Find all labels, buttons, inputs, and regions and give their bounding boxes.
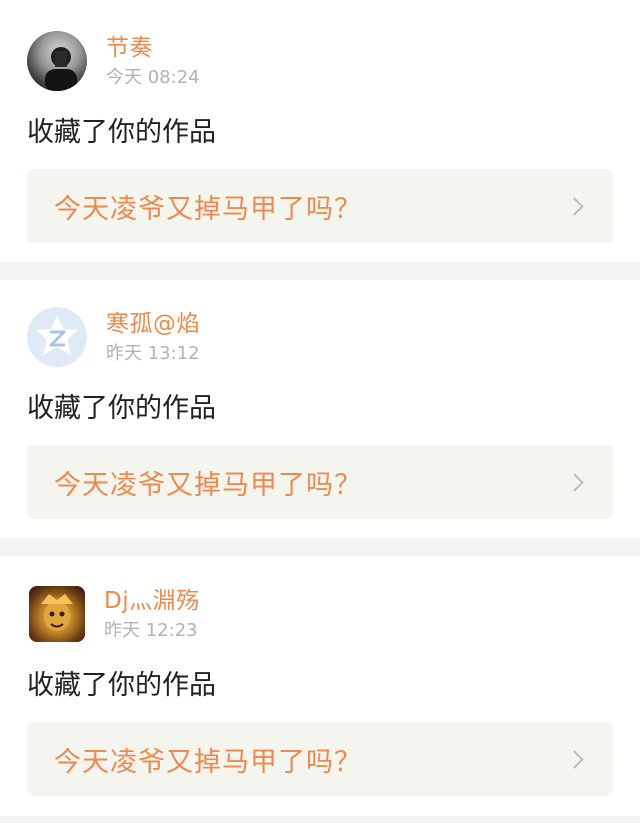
username-link[interactable]: 寒孤@焰 <box>106 309 200 339</box>
notification-header: 节奏 今天 08:24 <box>27 31 613 93</box>
notification-card: 寒孤@焰 昨天 13:12 收藏了你的作品 今天凌爷又掉马甲了吗？ <box>0 280 640 538</box>
notification-card: 节奏 今天 08:24 收藏了你的作品 今天凌爷又掉马甲了吗？ <box>0 0 640 262</box>
notification-header: Dj灬淵殇 昨天 12:23 <box>27 584 613 646</box>
notification-meta: Dj灬淵殇 昨天 12:23 <box>104 586 200 643</box>
work-title: 今天凌爷又掉马甲了吗？ <box>54 469 362 501</box>
notification-action-text: 收藏了你的作品 <box>27 117 216 148</box>
work-link[interactable]: 今天凌爷又掉马甲了吗？ <box>27 445 613 519</box>
notification-action-text: 收藏了你的作品 <box>27 393 216 424</box>
timestamp: 今天 08:24 <box>106 67 200 88</box>
favorites-feed: 节奏 今天 08:24 收藏了你的作品 今天凌爷又掉马甲了吗？ 寒孤@焰 昨天 … <box>0 0 640 816</box>
chevron-right-icon <box>565 749 584 769</box>
work-link[interactable]: 今天凌爷又掉马甲了吗？ <box>27 169 613 243</box>
notification-meta: 寒孤@焰 昨天 13:12 <box>106 309 200 366</box>
avatar[interactable] <box>27 31 87 91</box>
golden-warrior-icon <box>41 594 73 631</box>
timestamp: 昨天 12:23 <box>104 620 198 641</box>
qzone-star-icon <box>36 315 78 355</box>
chevron-right-icon <box>565 196 584 216</box>
notification-action-text: 收藏了你的作品 <box>27 670 216 701</box>
username-link[interactable]: 节奏 <box>106 33 200 63</box>
work-link[interactable]: 今天凌爷又掉马甲了吗？ <box>27 722 613 796</box>
notification-meta: 节奏 今天 08:24 <box>106 33 200 90</box>
avatar[interactable] <box>29 586 85 642</box>
work-title: 今天凌爷又掉马甲了吗？ <box>54 193 362 225</box>
notification-header: 寒孤@焰 昨天 13:12 <box>27 307 613 369</box>
user-portrait-icon <box>45 47 77 91</box>
timestamp: 昨天 13:12 <box>106 343 200 364</box>
notification-card: Dj灬淵殇 昨天 12:23 收藏了你的作品 今天凌爷又掉马甲了吗？ <box>0 556 640 816</box>
avatar[interactable] <box>27 307 87 367</box>
chevron-right-icon <box>565 472 584 492</box>
work-title: 今天凌爷又掉马甲了吗？ <box>54 746 362 778</box>
username-link[interactable]: Dj灬淵殇 <box>104 586 200 616</box>
